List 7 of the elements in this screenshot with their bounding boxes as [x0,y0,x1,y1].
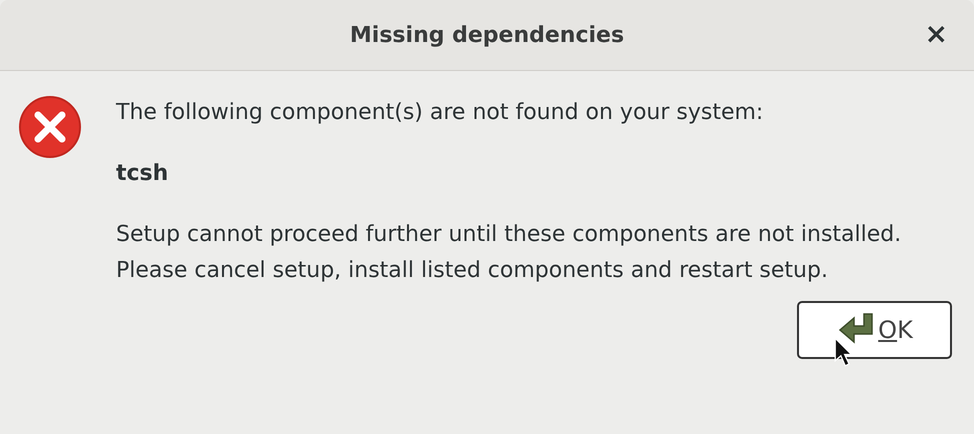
details-text: Setup cannot proceed further until these components are not installed. Please cancel setup, install listed components and restart setup. [116,221,902,285]
message-text: The following component(s) are not found on your system: [116,99,764,127]
ok-button[interactable]: OK [797,301,952,359]
window-title: Missing dependencies [350,22,624,48]
error-icon [18,95,82,159]
close-button[interactable]: × [920,20,952,48]
component-name: tcsh [116,160,170,188]
